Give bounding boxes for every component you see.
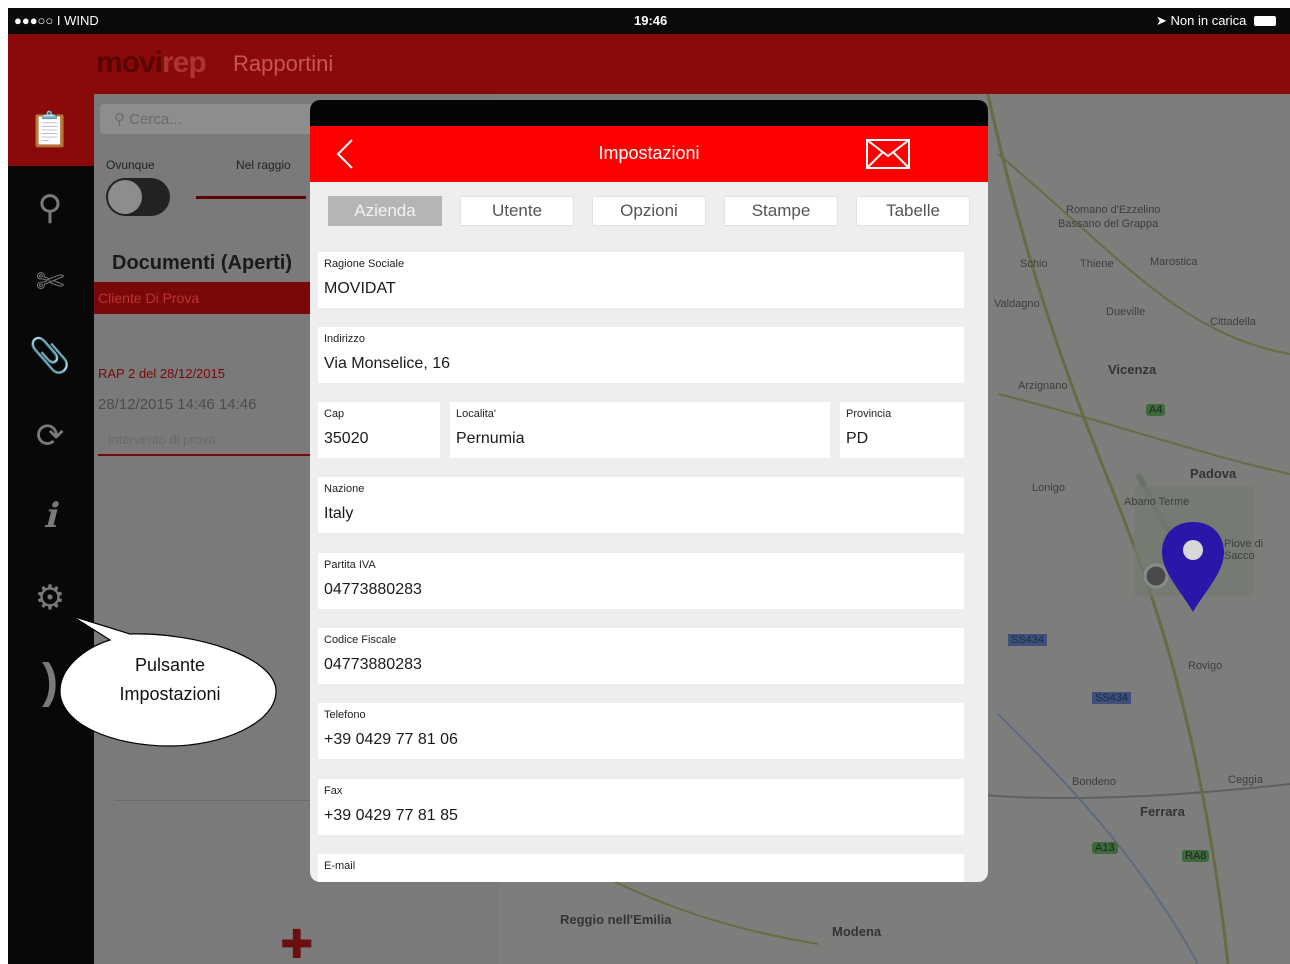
brand-bold: rep: [162, 46, 207, 79]
client-name: Cliente Di Prova: [98, 290, 200, 306]
ragione-sociale-field[interactable]: Ragione Sociale MOVIDAT: [318, 252, 964, 308]
field-label: Nazione: [324, 483, 365, 495]
field-value: 35020: [324, 430, 369, 447]
email-field[interactable]: E-mail: [318, 854, 964, 882]
field-value: 04773880283: [324, 656, 422, 673]
brand-light: movi: [96, 46, 163, 79]
field-label: Indirizzo: [324, 333, 365, 345]
tab-utente[interactable]: Utente: [460, 196, 574, 226]
location-arrow-icon: ➤: [1155, 13, 1167, 28]
nazione-field[interactable]: Nazione Italy: [318, 477, 964, 533]
field-label: Cap: [324, 408, 345, 420]
tools-icon[interactable]: ✄: [22, 254, 78, 310]
company-form: Ragione Sociale MOVIDAT Indirizzo Via Mo…: [310, 244, 988, 882]
documents-title: Documenti (Aperti): [112, 252, 292, 274]
report-title[interactable]: RAP 2 del 28/12/2015: [98, 366, 225, 381]
paperclip-icon[interactable]: 📎: [22, 328, 78, 384]
report-date: 28/12/2015 14:46 14:46: [98, 396, 257, 413]
field-label: Telefono: [324, 709, 366, 721]
location-filter-toggle[interactable]: [106, 178, 170, 216]
callout-line-1: Pulsante: [134, 655, 206, 675]
tab-azienda[interactable]: Azienda: [328, 196, 442, 226]
partita-iva-field[interactable]: Partita IVA 04773880283: [318, 553, 964, 609]
sync-icon[interactable]: ⟳: [22, 408, 78, 464]
section-title: Rapportini: [233, 51, 334, 76]
settings-tabs: Azienda Utente Opzioni Stampe Tabelle: [310, 182, 988, 244]
report-note: Intervento di prova: [108, 432, 216, 447]
tab-tabelle[interactable]: Tabelle: [856, 196, 970, 226]
battery-label: Non in carica: [1170, 13, 1247, 28]
clock: 19:46: [634, 13, 668, 28]
field-value: 04773880283: [324, 581, 422, 598]
field-label: Provincia: [846, 408, 892, 420]
modal-top-strip: [310, 100, 988, 126]
field-label: Ragione Sociale: [324, 258, 405, 270]
add-icon[interactable]: ✚: [280, 922, 314, 964]
field-label: Partita IVA: [324, 559, 376, 571]
codice-fiscale-field[interactable]: Codice Fiscale 04773880283: [318, 628, 964, 684]
field-value: MOVIDAT: [324, 280, 396, 297]
field-label: Localita': [456, 408, 497, 420]
filter-anywhere-label: Ovunque: [106, 158, 155, 172]
radius-slider[interactable]: [196, 196, 306, 199]
provincia-field[interactable]: Provincia PD: [840, 402, 964, 458]
telefono-field[interactable]: Telefono +39 0429 77 81 06: [318, 703, 964, 759]
field-label: Fax: [324, 785, 343, 797]
callout-line-2: Impostazioni: [119, 684, 221, 704]
field-label: Codice Fiscale: [324, 634, 397, 646]
status-bar: ●●●○○ I WIND 19:46 ➤ Non in carica: [8, 8, 1290, 34]
search-placeholder: Cerca...: [129, 111, 182, 128]
list-divider: [114, 800, 314, 801]
modal-navbar: Impostazioni: [310, 126, 988, 182]
clipboard-icon[interactable]: 📋: [22, 102, 78, 158]
battery-icon: [1254, 16, 1276, 26]
battery-status: ➤ Non in carica: [1156, 13, 1276, 29]
field-value: Italy: [324, 505, 354, 522]
field-value: Via Monselice, 16: [324, 355, 450, 372]
app-header: movirep Rapportini: [8, 34, 1290, 94]
indirizzo-field[interactable]: Indirizzo Via Monselice, 16: [318, 327, 964, 383]
sidebar: 📋 ⚲ ✄ 📎 ⟳ ℹ ⚙ ): [8, 94, 94, 964]
field-value: +39 0429 77 81 06: [324, 731, 458, 748]
field-value: PD: [846, 430, 869, 447]
field-label: E-mail: [324, 860, 356, 872]
ipad-screen: ●●●○○ I WIND 19:46 ➤ Non in carica movir…: [8, 8, 1290, 964]
mail-icon[interactable]: [865, 138, 911, 170]
gear-icon[interactable]: ⚙: [22, 570, 78, 626]
settings-modal: Impostazioni Azienda Utente Opzioni Stam…: [310, 100, 988, 882]
app-logo: movirep: [96, 46, 207, 80]
field-value: +39 0429 77 81 85: [324, 807, 458, 824]
client-row[interactable]: Cliente Di Prova: [94, 282, 314, 314]
toggle-knob: [108, 180, 142, 214]
info-icon[interactable]: ℹ: [22, 488, 78, 544]
carrier-label: ●●●○○ I WIND: [14, 13, 99, 28]
field-value: Pernumia: [456, 430, 525, 447]
tab-stampe[interactable]: Stampe: [724, 196, 838, 226]
person-icon[interactable]: ⚲: [22, 180, 78, 236]
callout-text: Pulsante Impostazioni: [60, 651, 280, 709]
localita-field[interactable]: Localita' Pernumia: [450, 402, 830, 458]
filter-radius-label: Nel raggio: [236, 158, 291, 172]
report-divider: [98, 454, 314, 456]
search-icon: ⚲: [114, 111, 130, 128]
cap-field[interactable]: Cap 35020: [318, 402, 440, 458]
tab-opzioni[interactable]: Opzioni: [592, 196, 706, 226]
fax-field[interactable]: Fax +39 0429 77 81 85: [318, 779, 964, 835]
